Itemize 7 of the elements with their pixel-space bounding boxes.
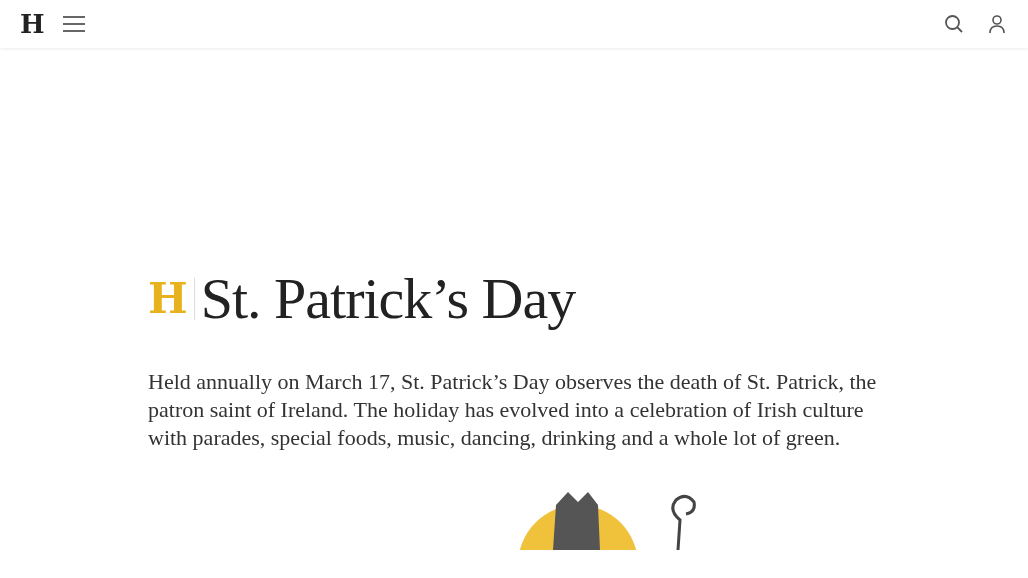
search-icon[interactable] [944,14,964,34]
logo[interactable]: H [20,11,45,37]
brand-logo: H [148,278,195,320]
description: Held annually on March 17, St. Patrick’s Day observes the death of St. Patrick, the patron saint of Ireland. The holiday has evolved into a celebration of Irish culture with parades, special foods, music, dancing, drinking and a whole lot of green. [148,368,878,452]
menu-icon[interactable] [62,16,85,32]
page-title: St. Patrick’s Day [200,270,576,328]
user-icon[interactable] [988,14,1006,34]
